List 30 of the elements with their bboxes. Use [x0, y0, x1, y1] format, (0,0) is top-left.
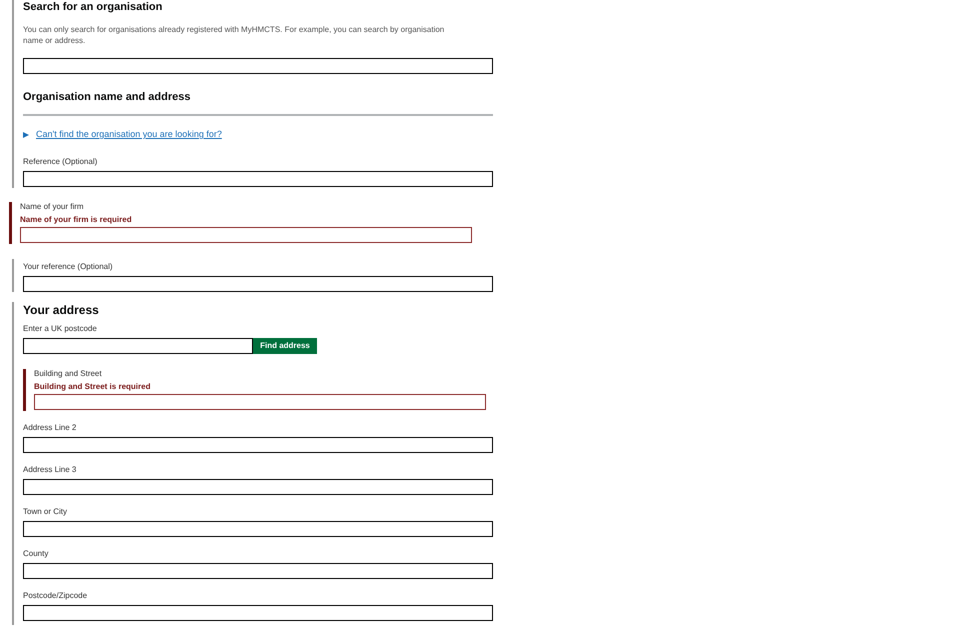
text-input[interactable]	[23, 605, 493, 621]
find-address-button[interactable]: Find address	[253, 338, 317, 354]
field-label: Reference (Optional)	[23, 157, 98, 167]
text-input[interactable]	[20, 227, 472, 243]
text-input[interactable]	[23, 437, 493, 453]
text-input[interactable]	[23, 276, 493, 292]
field-label: Your reference (Optional)	[23, 262, 114, 272]
section-heading: Your address	[23, 302, 100, 318]
help-link[interactable]: Can't find the organisation you are looking for?	[36, 129, 222, 140]
field-label: County	[23, 549, 50, 559]
error-message: Building and Street is required	[34, 382, 152, 392]
hint-text: You can only search for organisations already registered with MyHMCTS. For example, you can search by organisation name or address.	[23, 24, 446, 46]
text-input[interactable]	[23, 521, 493, 537]
field-label: Address Line 2	[23, 423, 78, 433]
field-label: Postcode/Zipcode	[23, 591, 88, 601]
postcode-field[interactable]	[23, 338, 253, 354]
text-input[interactable]	[23, 563, 493, 579]
field-label: Town or City	[23, 507, 68, 517]
section-heading: Organisation name and address	[23, 90, 192, 104]
field-label: Building and Street	[34, 369, 103, 379]
error-message: Name of your firm is required	[20, 215, 133, 225]
text-input[interactable]	[23, 171, 493, 187]
field-label: Name of your firm	[20, 202, 85, 212]
triangle-icon	[23, 132, 29, 138]
text-input[interactable]	[34, 394, 486, 410]
search-field[interactable]	[23, 58, 493, 74]
section-heading: Search for an organisation	[23, 0, 164, 14]
text-input[interactable]	[23, 479, 493, 495]
field-label: Enter a UK postcode	[23, 324, 98, 334]
field-label: Address Line 3	[23, 465, 78, 475]
